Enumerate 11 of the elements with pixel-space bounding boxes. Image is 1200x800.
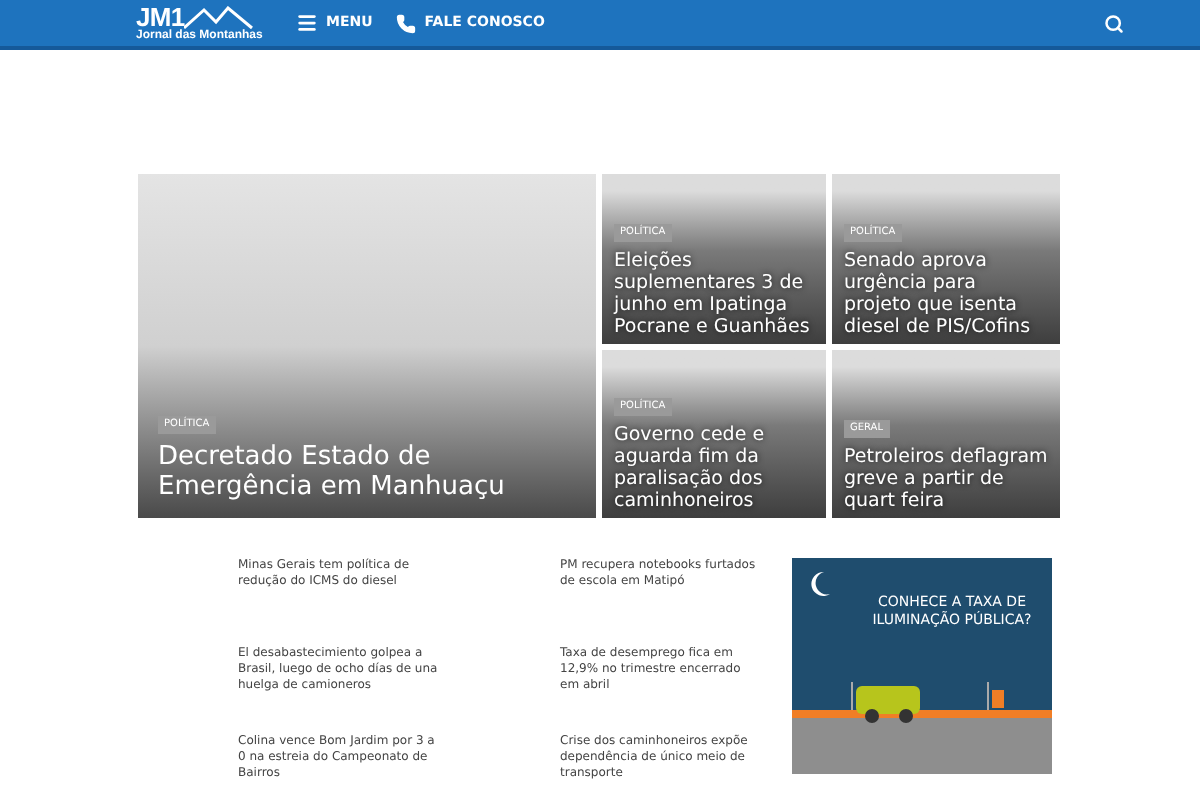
search-icon[interactable] (1104, 13, 1124, 33)
moon-icon (808, 570, 832, 598)
mountain-icon (184, 5, 257, 29)
phone-icon (396, 13, 417, 33)
headline[interactable]: Senado aprova urgência para projeto que isenta diesel de PIS/Cofins (844, 250, 1048, 338)
logo-mark: JM1 (136, 3, 185, 29)
headline[interactable]: Petroleiros deflagram greve a partir de quart feira (844, 446, 1048, 512)
menu-icon (296, 12, 318, 34)
headline[interactable]: Decretado Estado de Emergência em Manhuaçu (158, 442, 576, 502)
headline[interactable]: Governo cede e aguarda fim da paralisação dos caminhoneiros (614, 424, 814, 512)
headline[interactable]: Eleições suplementares 3 de junho em Ipatinga Pocrane e Guanhães (614, 250, 814, 338)
